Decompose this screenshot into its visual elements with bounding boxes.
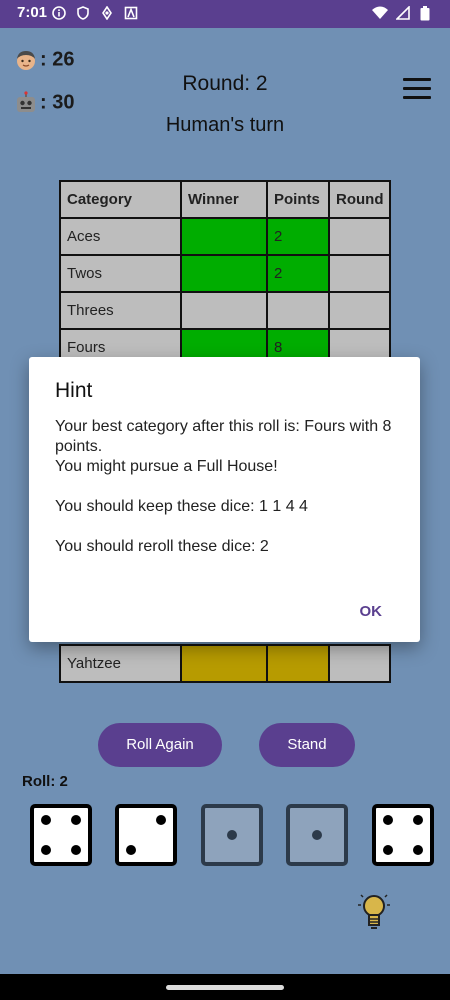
wifi-icon <box>372 6 388 19</box>
status-bar: 7:01 <box>0 0 450 28</box>
hint-reroll-dice: You should reroll these dice: 2 <box>55 538 269 555</box>
shield-icon <box>77 6 89 20</box>
hint-best-category: Your best category after this roll is: F… <box>55 418 392 455</box>
navigation-bar <box>0 974 450 1000</box>
location-icon <box>102 6 112 20</box>
hint-pursue: You might pursue a Full House! <box>55 458 278 475</box>
dialog-title: Hint <box>55 379 93 402</box>
signal-icon <box>396 6 410 20</box>
battery-icon <box>420 6 430 21</box>
hint-keep-dice: You should keep these dice: 1 1 4 4 <box>55 498 308 515</box>
hint-dialog: Hint Your best category after this roll … <box>29 357 420 642</box>
app-notification-icon <box>124 6 138 20</box>
status-time: 7:01 <box>17 4 48 21</box>
info-icon <box>52 6 66 20</box>
ok-button[interactable]: OK <box>360 603 383 620</box>
dialog-message: Your best category after this roll is: F… <box>55 417 400 557</box>
home-gesture-handle[interactable] <box>166 985 284 990</box>
